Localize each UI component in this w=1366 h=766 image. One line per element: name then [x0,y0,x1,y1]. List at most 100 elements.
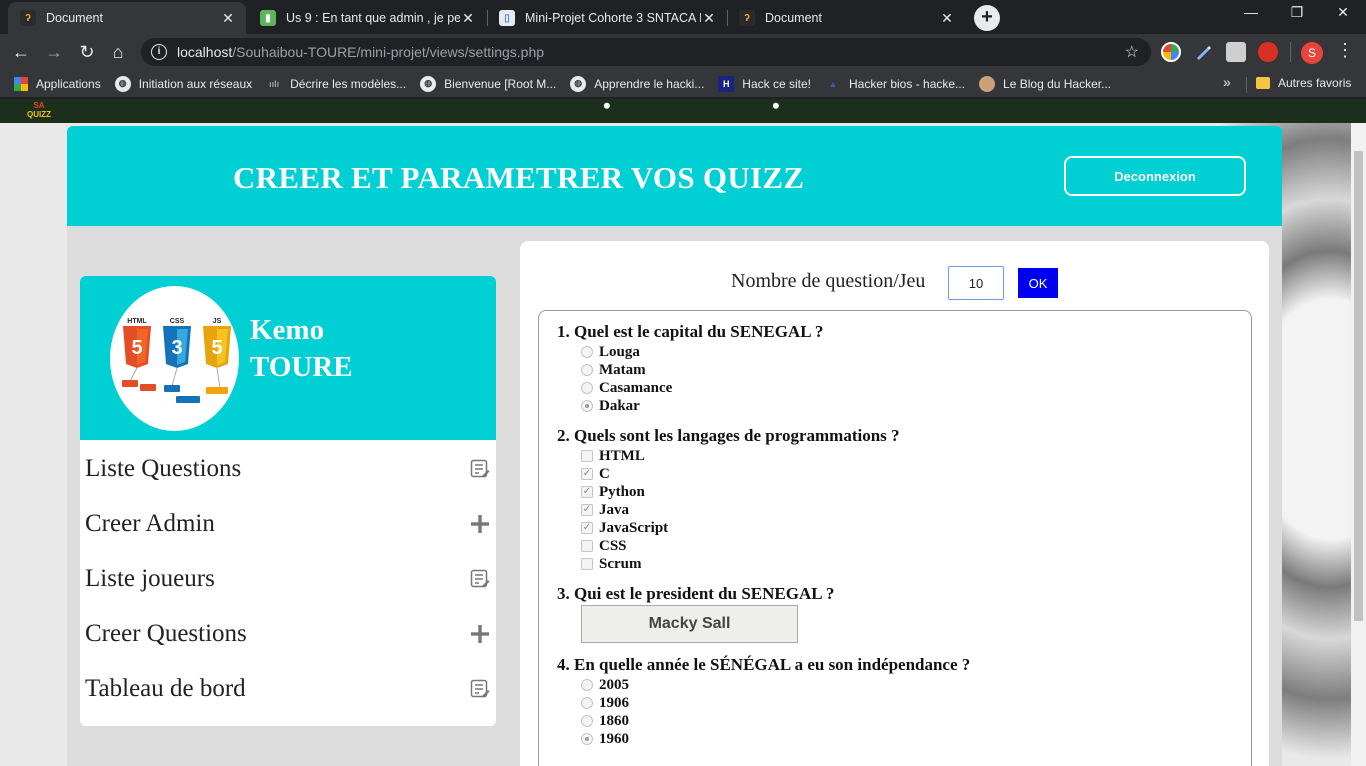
reload-icon[interactable]: ↻ [75,40,99,64]
option-label: HTML [599,447,645,464]
globe-icon: ◍ [420,75,437,92]
close-icon[interactable]: ✕ [701,10,717,27]
bookmark-star-icon[interactable]: ☆ [1125,42,1139,62]
radio-option[interactable]: 1960 [581,730,629,748]
tab-document-1[interactable]: ʔ Document ✕ [8,2,246,34]
url-path: /Souhaibou-TOURE/mini-projet/views/setti… [232,44,545,60]
bookmark-divider [1246,77,1247,93]
tomato-extension-icon[interactable] [1258,42,1278,62]
bookmark-label: Autres favoris [1278,76,1352,90]
checkbox[interactable] [581,450,593,462]
forward-arrow-icon[interactable]: → [42,40,66,64]
sidebar-item-label: Liste Questions [85,454,242,482]
radio-button[interactable] [581,679,593,691]
checkbox-option[interactable]: ✓ Java [581,501,629,519]
bookmark-modeles[interactable]: ıılı Décrire les modèles... [266,76,406,92]
bookmark-applications[interactable]: Applications [14,76,101,91]
back-arrow-icon[interactable]: ← [9,40,33,64]
checkbox-checked[interactable]: ✓ [581,504,593,516]
radio-button-selected[interactable] [581,733,593,745]
url-text: localhost/Souhaibou-TOURE/mini-projet/vi… [177,44,544,60]
radio-button[interactable] [581,382,593,394]
tab-title: Document [765,11,822,25]
home-icon[interactable]: ⌂ [106,40,130,64]
bookmark-other-favorites[interactable]: Autres favoris [1256,76,1351,90]
ok-button[interactable]: OK [1018,268,1058,298]
bookmark-reseaux[interactable]: ◍ Initiation aux réseaux [114,75,253,92]
radio-option[interactable]: Louga [581,343,640,361]
close-icon[interactable]: ✕ [460,10,476,27]
profile-avatar[interactable]: S [1301,42,1323,64]
plus-icon [471,625,489,643]
radio-button[interactable] [581,346,593,358]
globe-icon: ◍ [570,75,587,92]
address-bar[interactable]: i localhost/Souhaibou-TOURE/mini-projet/… [141,38,1151,66]
close-icon[interactable]: ✕ [220,10,236,27]
window-close-icon[interactable]: ✕ [1320,4,1366,21]
extension-icon[interactable] [1161,42,1181,62]
radio-button-selected[interactable] [581,400,593,412]
chevron-double-right-icon[interactable]: » [1223,74,1231,90]
bookmark-hacking[interactable]: ◍ Apprendre le hacki... [570,75,704,92]
close-icon[interactable]: ✕ [939,10,955,27]
pen-extension-icon[interactable] [1193,42,1213,62]
checkbox-option[interactable]: CSS [581,537,627,555]
radio-button[interactable] [581,697,593,709]
minimize-icon[interactable]: — [1228,4,1274,20]
checkbox-checked[interactable]: ✓ [581,468,593,480]
checkbox[interactable] [581,540,593,552]
checkbox-option[interactable]: ✓ JavaScript [581,519,668,537]
sidebar-item-creer-questions[interactable]: Creer Questions [80,606,496,661]
checkbox-option[interactable]: ✓ C [581,465,610,483]
sidebar-item-label: Liste joueurs [85,564,215,592]
logout-button[interactable]: Deconnexion [1064,156,1246,196]
sidebar-item-creer-admin[interactable]: Creer Admin [80,496,496,551]
bookmark-hack-ce-site[interactable]: H Hack ce site! [718,75,811,92]
site-logo: SA QUIZZ [27,101,51,119]
sidebar-item-liste-joueurs[interactable]: Liste joueurs [80,551,496,606]
checkbox[interactable] [581,558,593,570]
info-icon[interactable]: i [151,44,167,60]
radio-option[interactable]: 1860 [581,712,629,730]
tab-us9[interactable]: ▮ Us 9 : En tant que admin , je peux ✕ [248,2,486,34]
radio-option[interactable]: 1906 [581,694,629,712]
kebab-menu-icon[interactable]: ⋮ [1336,40,1354,61]
bookmark-hacker-bios[interactable]: ▲ Hacker bios - hacke... [825,76,966,92]
checkbox-checked[interactable]: ✓ [581,522,593,534]
radio-button[interactable] [581,364,593,376]
maximize-icon[interactable]: ❐ [1274,4,1320,21]
question-title: 3. Qui est le president du SENEGAL ? [557,584,835,603]
bookmark-label: Initiation aux réseaux [138,76,253,91]
tab-document-2[interactable]: ʔ Document ✕ [727,2,965,34]
sidebar-item-tableau-de-bord[interactable]: Tableau de bord [80,661,496,716]
list-edit-icon [470,679,490,698]
checkbox-option[interactable]: Scrum [581,555,642,573]
scrollbar-thumb[interactable] [1354,151,1363,621]
page-scrollbar[interactable] [1351,123,1366,766]
browser-toolbar: ← → ↻ ⌂ i localhost/Souhaibou-TOURE/mini… [0,34,1366,70]
tab-mini-projet[interactable]: ▯ Mini-Projet Cohorte 3 SNTACA D ✕ [487,2,727,34]
toolbar-divider [1290,42,1291,62]
radio-option[interactable]: Casamance [581,379,672,397]
checkbox-option[interactable]: ✓ Python [581,483,645,501]
radio-option[interactable]: Dakar [581,397,640,415]
bookmark-label: Décrire les modèles... [290,76,407,91]
question-title: 4. En quelle année le SÉNÉGAL a eu son i… [557,655,971,674]
answer-text-field[interactable]: Macky Sall [581,605,798,643]
bookmark-label: Le Blog du Hacker... [1003,76,1112,91]
qr-extension-icon[interactable] [1226,42,1246,62]
bookmark-blog-hacker[interactable]: Le Blog du Hacker... [979,75,1112,92]
checkbox-checked[interactable]: ✓ [581,486,593,498]
checkbox-option[interactable]: HTML [581,447,645,465]
bookmark-root-me[interactable]: ◍ Bienvenue [Root M... [420,75,556,92]
option-label: Python [599,483,645,500]
avatar-label-js: JS [213,318,222,325]
new-tab-button[interactable]: + [974,5,1000,31]
user-name: Kemo TOURE [250,312,353,386]
radio-option[interactable]: Matam [581,361,646,379]
user-profile: 5 3 5 HTML CSS JS Kemo TOURE [80,276,496,440]
radio-option[interactable]: 2005 [581,676,629,694]
radio-button[interactable] [581,715,593,727]
question-count-input[interactable] [948,266,1004,300]
sidebar-item-liste-questions[interactable]: Liste Questions [80,441,496,496]
